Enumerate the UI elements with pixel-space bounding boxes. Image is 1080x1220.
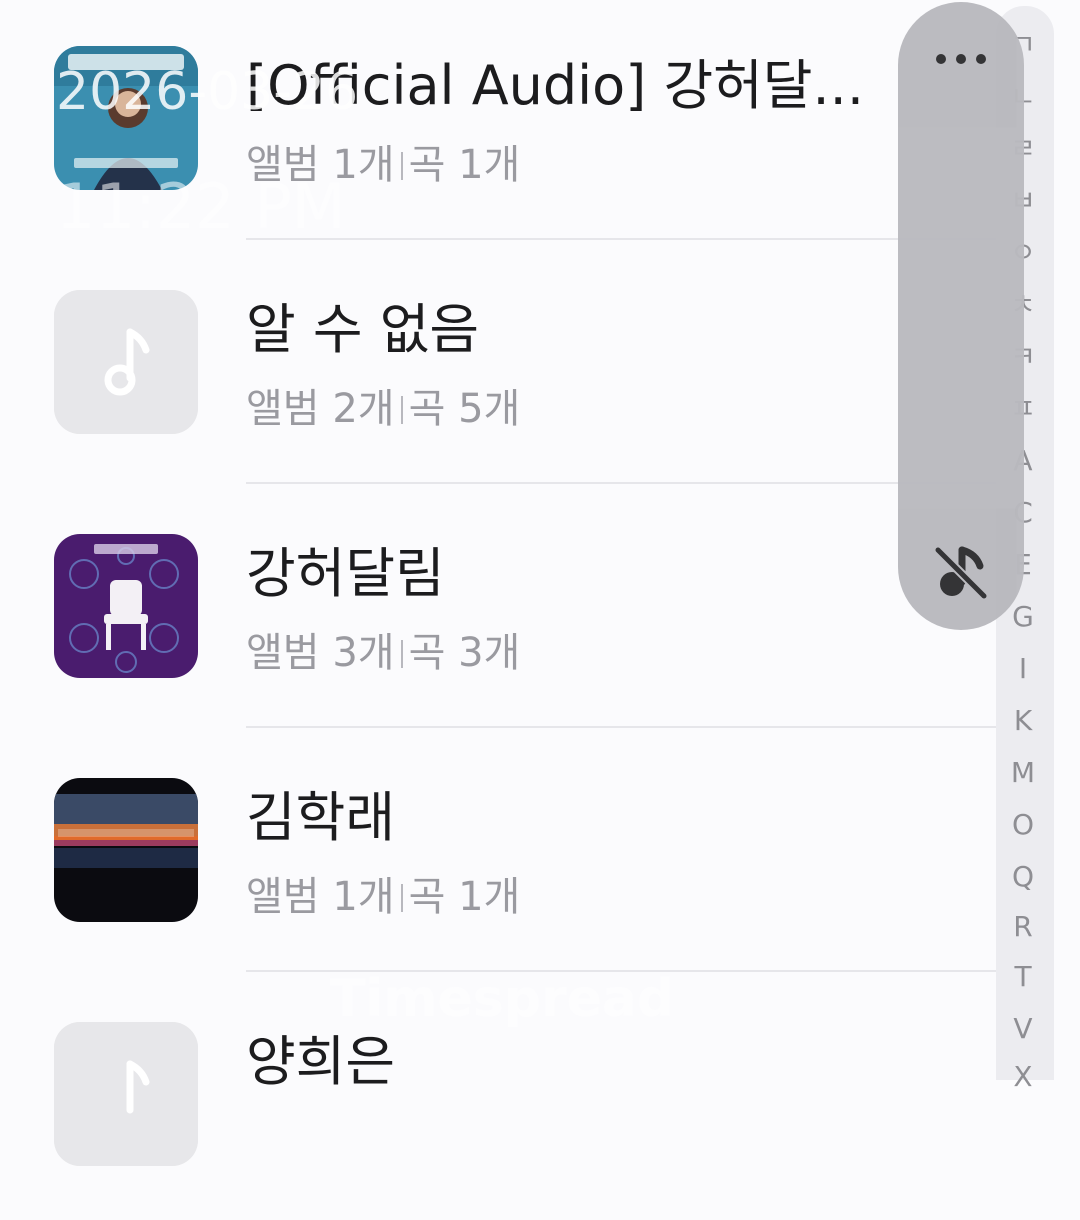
artist-name: 양희은	[246, 1030, 396, 1093]
artist-name: 김학래	[246, 786, 396, 849]
index-letter[interactable]: X	[996, 1062, 1050, 1092]
list-item[interactable]: 김학래 앨범 1개 곡 1개	[0, 732, 1000, 976]
index-letter[interactable]: I	[996, 654, 1050, 684]
timestamp-date-overlay: 2026-03-26	[56, 62, 359, 122]
list-item[interactable]: 알 수 없음 앨범 2개 곡 5개	[0, 244, 1000, 488]
separator	[400, 152, 403, 180]
separator	[400, 640, 403, 668]
music-note-placeholder-icon	[54, 1022, 198, 1166]
album-artwork-sunset	[54, 778, 198, 922]
index-letter[interactable]: Q	[996, 862, 1050, 892]
floating-control-panel	[898, 2, 1024, 630]
song-count: 곡 5개	[408, 386, 521, 432]
divider	[246, 238, 1000, 240]
artist-stats: 앨범 2개 곡 5개	[246, 384, 520, 434]
song-count: 곡 1개	[408, 142, 521, 188]
index-letter[interactable]: O	[996, 810, 1050, 840]
album-artwork-purple	[54, 534, 198, 678]
song-count: 곡 3개	[408, 630, 521, 676]
index-letter[interactable]: R	[996, 912, 1050, 942]
music-note-placeholder-icon	[54, 290, 198, 434]
artist-name: 알 수 없음	[246, 298, 480, 361]
album-count: 앨범 3개	[246, 630, 395, 676]
artist-stats: 앨범 1개 곡 1개	[246, 872, 520, 922]
album-count: 앨범 2개	[246, 386, 395, 432]
list-item[interactable]: 강허달림 앨범 3개 곡 3개	[0, 488, 1000, 732]
divider	[246, 482, 1000, 484]
index-letter[interactable]: K	[996, 706, 1050, 736]
index-letter[interactable]: T	[996, 962, 1050, 992]
artist-name: 강허달림	[246, 542, 445, 605]
music-off-icon[interactable]	[928, 538, 994, 604]
song-count: 곡 1개	[408, 874, 521, 920]
artist-stats: 앨범 3개 곡 3개	[246, 628, 520, 678]
album-count: 앨범 1개	[246, 874, 395, 920]
timestamp-time-overlay: 11:22 PM	[56, 170, 346, 243]
divider	[246, 726, 1000, 728]
separator	[400, 884, 403, 912]
artist-list: [Official Audio] 강허달... 앨범 1개 곡 1개 알 수 없음…	[0, 0, 1000, 1166]
watermark: Timespread	[330, 969, 675, 1029]
more-horizontal-icon[interactable]	[924, 34, 998, 84]
index-letter[interactable]: M	[996, 758, 1050, 788]
separator	[400, 396, 403, 424]
index-letter[interactable]: V	[996, 1014, 1050, 1044]
